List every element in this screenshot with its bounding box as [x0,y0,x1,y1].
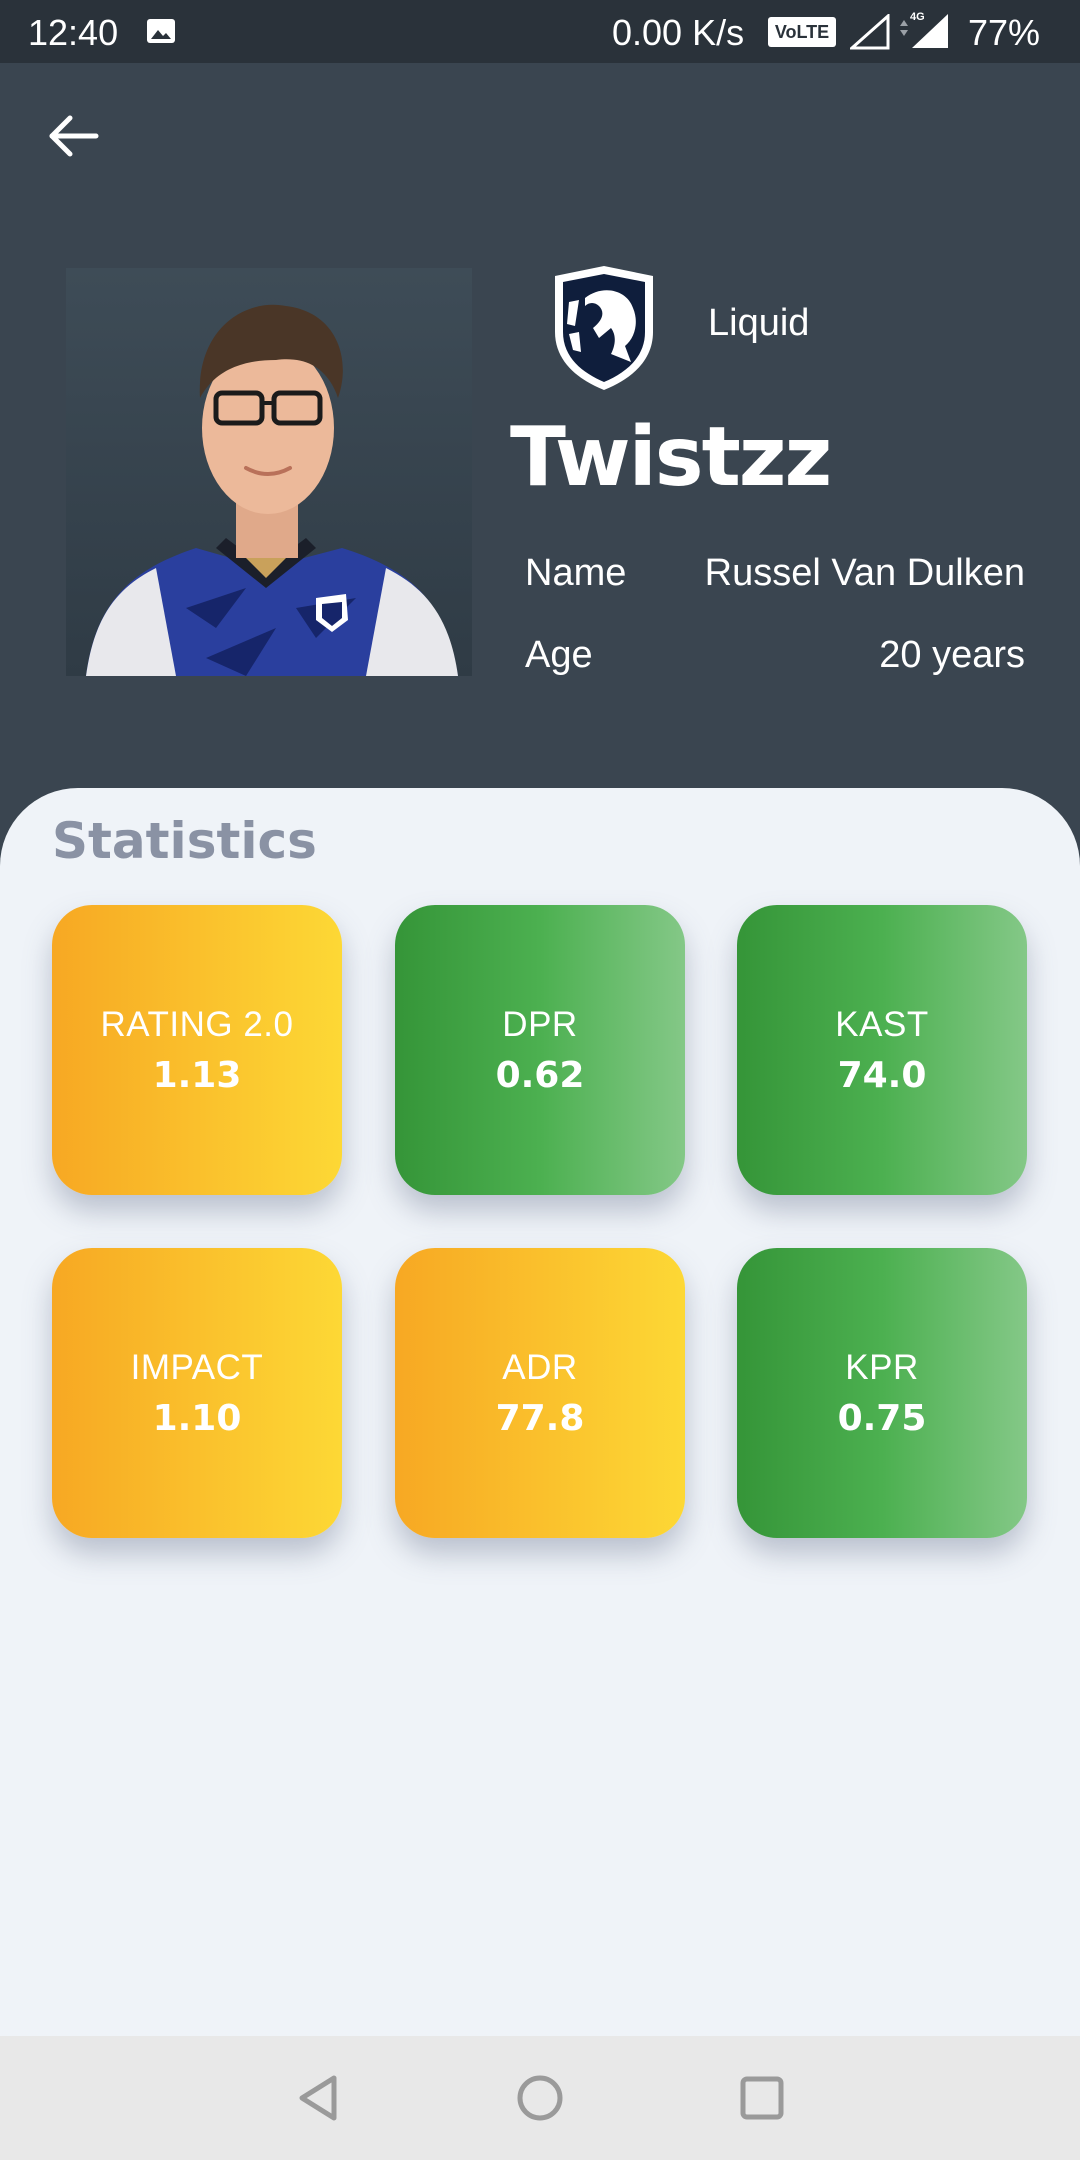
stat-label: ADR [502,1347,578,1387]
battery-level: 77% [968,12,1041,53]
stat-card-kast[interactable]: KAST 74.0 [737,905,1027,1195]
stat-value: 1.13 [152,1054,242,1096]
stat-value: 77.8 [495,1397,585,1439]
gallery-notification-icon [147,19,175,43]
stat-label: DPR [502,1004,578,1044]
age-value: 20 years [879,634,1025,676]
age-label: Age [525,634,593,676]
statistics-title: Statistics [52,812,317,870]
signal-4g-icon: 4G [900,11,948,48]
stat-value: 1.10 [152,1397,242,1439]
nav-back-icon[interactable] [288,2066,352,2130]
stat-card-dpr[interactable]: DPR 0.62 [395,905,685,1195]
player-profile-screen: 12:40 0.00 K/s VoLTE 4G 77% Liquid Twist… [0,0,1080,2160]
stat-label: RATING 2.0 [100,1004,294,1044]
name-label: Name [525,552,627,594]
statistics-panel: Statistics RATING 2.0 1.13 DPR 0.62 KAST… [0,788,1080,2036]
team-name: Liquid [708,302,810,344]
volte-badge: VoLTE [768,17,836,47]
stat-card-kpr[interactable]: KPR 0.75 [737,1248,1027,1538]
svg-text:4G: 4G [910,11,925,23]
status-time: 12:40 [28,12,119,53]
name-row: Name Russel Van Dulken [525,552,1025,595]
name-value: Russel Van Dulken [704,552,1025,594]
back-arrow-icon[interactable] [42,108,106,164]
network-speed: 0.00 K/s [612,12,745,53]
stat-card-rating[interactable]: RATING 2.0 1.13 [52,905,342,1195]
stat-value: 74.0 [837,1054,927,1096]
player-photo [66,268,472,676]
stat-value: 0.75 [837,1397,927,1439]
team-liquid-logo-icon [555,266,653,390]
nav-recents-icon[interactable] [730,2066,794,2130]
status-bar: 12:40 0.00 K/s VoLTE 4G 77% [0,0,1080,63]
nav-home-icon[interactable] [508,2066,572,2130]
navigation-bar [0,2036,1080,2160]
player-nickname: Twistzz [510,410,832,505]
stat-card-impact[interactable]: IMPACT 1.10 [52,1248,342,1538]
stat-card-adr[interactable]: ADR 77.8 [395,1248,685,1538]
stat-label: IMPACT [130,1347,264,1387]
age-row: Age 20 years [525,634,1025,677]
stat-label: KAST [835,1004,929,1044]
stat-label: KPR [845,1347,919,1387]
player-portrait-icon [86,304,458,676]
stat-value: 0.62 [495,1054,585,1096]
signal-outline-icon [850,14,890,50]
